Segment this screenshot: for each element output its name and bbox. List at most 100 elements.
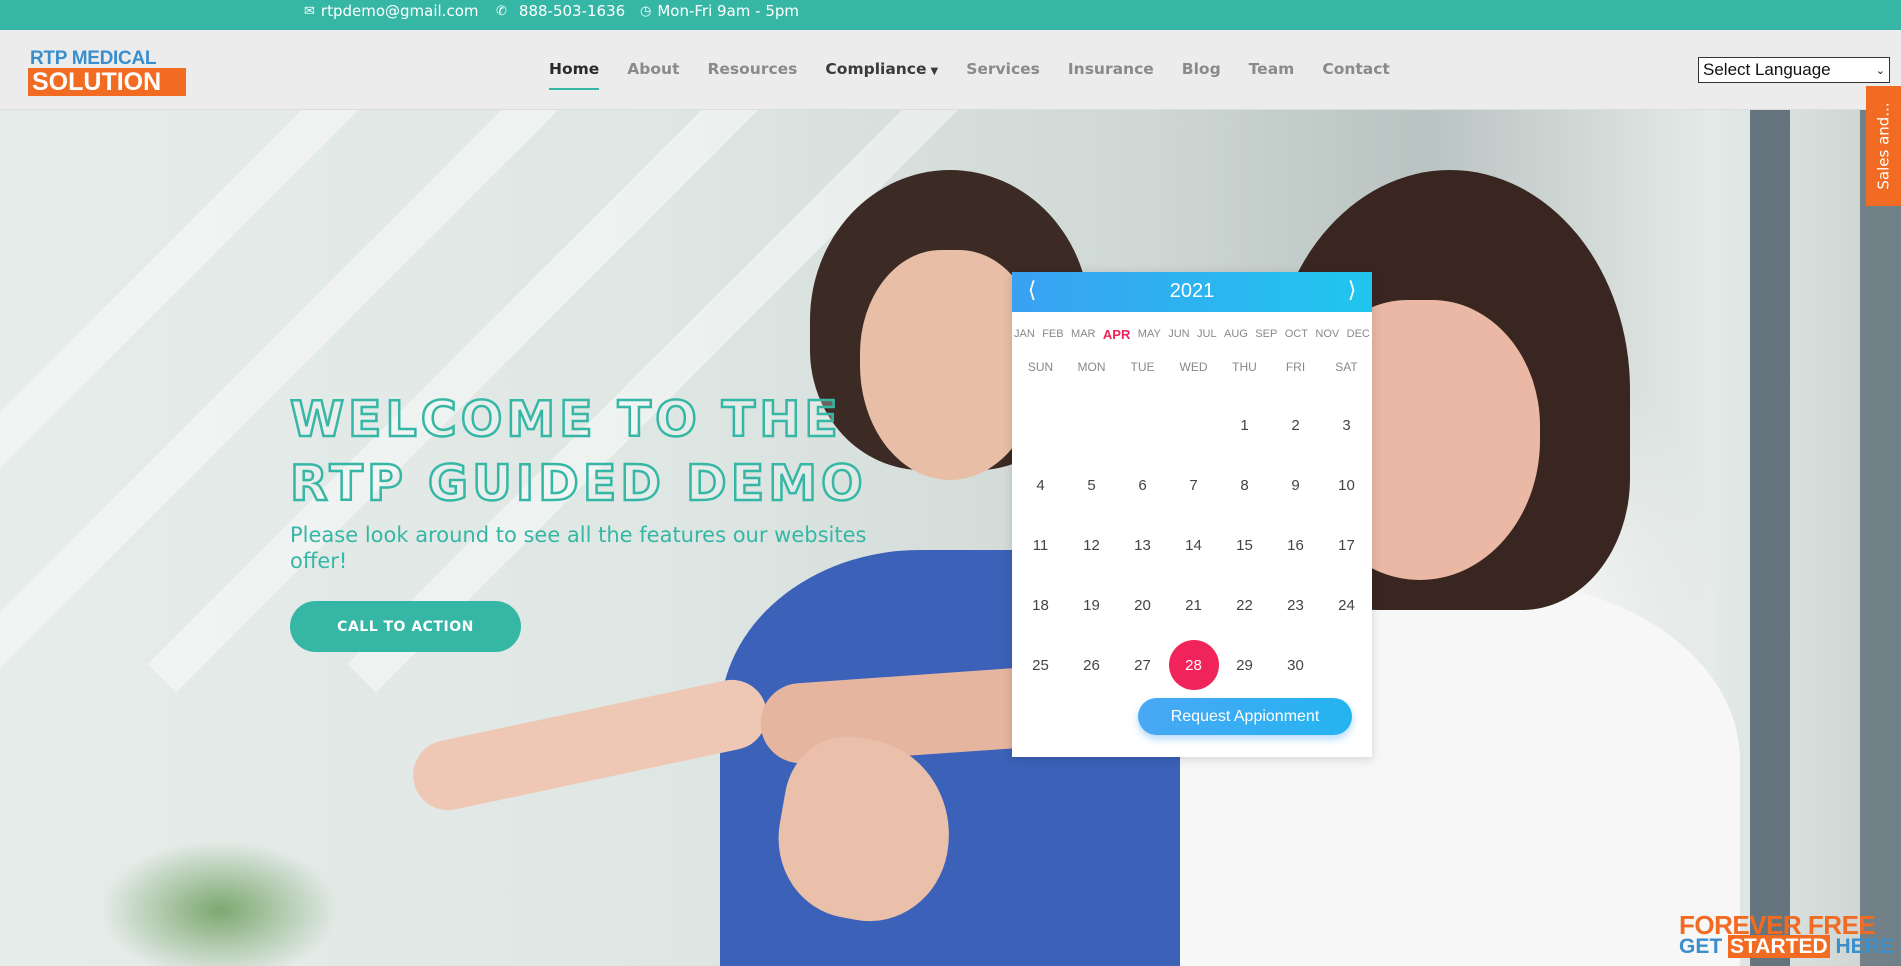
day-cell[interactable]: 3 <box>1321 395 1372 455</box>
day-cell[interactable]: 26 <box>1066 635 1117 695</box>
day-cell[interactable]: 2 <box>1270 395 1321 455</box>
day-number: 23 <box>1287 596 1304 614</box>
month-option[interactable]: SEP <box>1255 328 1277 342</box>
day-cell[interactable]: 22 <box>1219 575 1270 635</box>
month-option[interactable]: JUL <box>1197 328 1217 342</box>
weekday-label: SAT <box>1335 360 1358 374</box>
day-cell[interactable]: 10 <box>1321 455 1372 515</box>
day-number: 29 <box>1236 656 1253 674</box>
language-select-value: Select Language <box>1703 60 1831 79</box>
day-number <box>1118 400 1168 450</box>
forever-free-badge[interactable]: FOREVER FREE GET STARTED HERE <box>1679 912 1894 962</box>
day-cell[interactable]: 15 <box>1219 515 1270 575</box>
main-nav: Home About Resources Compliance ▼ Service… <box>549 60 1390 90</box>
day-cell[interactable]: 1 <box>1219 395 1270 455</box>
day-number: 22 <box>1236 596 1253 614</box>
day-cell[interactable]: 23 <box>1270 575 1321 635</box>
chevron-down-icon: ⌄ <box>1875 64 1885 77</box>
day-cell[interactable]: 9 <box>1270 455 1321 515</box>
day-number: 13 <box>1134 536 1151 554</box>
nav-about[interactable]: About <box>627 60 679 78</box>
phone-contact[interactable]: ✆ 888-503-1636 <box>496 0 625 22</box>
weekday-label: TUE <box>1130 360 1155 374</box>
day-number: 4 <box>1036 476 1045 494</box>
day-empty <box>1117 395 1168 455</box>
day-cell-selected[interactable]: 28 <box>1168 635 1219 695</box>
call-to-action-button[interactable]: CALL TO ACTION <box>290 601 521 652</box>
day-number: 7 <box>1189 476 1198 494</box>
sales-side-tab[interactable]: Sales and... <box>1866 86 1901 206</box>
calendar-header: ⟨ 2021 ⟩ <box>1012 272 1372 312</box>
language-select[interactable]: Select Language ⌄ <box>1698 57 1890 83</box>
nav-contact[interactable]: Contact <box>1322 60 1390 78</box>
day-empty <box>1015 395 1066 455</box>
nav-compliance-label: Compliance <box>825 60 927 78</box>
badge-get: GET <box>1679 935 1729 958</box>
calendar-year: 2021 <box>1169 280 1215 302</box>
day-cell[interactable]: 18 <box>1015 575 1066 635</box>
month-option[interactable]: JAN <box>1014 328 1035 342</box>
day-cell[interactable]: 30 <box>1270 635 1321 695</box>
day-cell[interactable]: 14 <box>1168 515 1219 575</box>
weekday-row: SUN MON TUE WED THU FRI SAT <box>1012 360 1372 374</box>
month-option[interactable]: NOV <box>1315 328 1339 342</box>
day-cell[interactable]: 7 <box>1168 455 1219 515</box>
clock-icon: ◷ <box>640 3 652 19</box>
month-option[interactable]: AUG <box>1224 328 1248 342</box>
nav-home[interactable]: Home <box>549 60 600 90</box>
day-cell[interactable]: 12 <box>1066 515 1117 575</box>
hero-subtitle: Please look around to see all the featur… <box>290 523 867 573</box>
month-row: JAN FEB MAR APR MAY JUN JUL AUG SEP OCT NOV DEC <box>1014 327 1370 342</box>
nav-insurance[interactable]: Insurance <box>1068 60 1154 78</box>
day-cell[interactable]: 4 <box>1015 455 1066 515</box>
month-option[interactable]: OCT <box>1285 328 1308 342</box>
nav-blog[interactable]: Blog <box>1182 60 1221 78</box>
day-cell[interactable]: 21 <box>1168 575 1219 635</box>
badge-line2: GET STARTED HERE <box>1679 935 1894 958</box>
day-cell[interactable]: 6 <box>1117 455 1168 515</box>
day-number: 16 <box>1287 536 1304 554</box>
day-number: 9 <box>1291 476 1300 494</box>
day-cell[interactable]: 25 <box>1015 635 1066 695</box>
month-option[interactable]: FEB <box>1042 328 1063 342</box>
site-logo[interactable]: RTP MEDICAL SOLUTION <box>28 48 190 96</box>
day-cell[interactable]: 5 <box>1066 455 1117 515</box>
email-contact[interactable]: ✉ rtpdemo@gmail.com <box>304 0 478 22</box>
day-cell[interactable]: 29 <box>1219 635 1270 695</box>
background-window <box>1750 110 1790 966</box>
day-cell[interactable]: 8 <box>1219 455 1270 515</box>
day-grid: 1 2 3 4 5 6 7 8 9 10 11 12 13 14 15 16 17 18 19 20 21 22 23 24 2… <box>1012 395 1372 695</box>
background-window <box>1860 110 1901 966</box>
month-option[interactable]: DEC <box>1347 328 1370 342</box>
month-option[interactable]: MAY <box>1138 328 1161 342</box>
day-number <box>1016 400 1066 450</box>
day-number: 1 <box>1240 416 1249 434</box>
month-option[interactable]: MAR <box>1071 328 1095 342</box>
month-option[interactable]: JUN <box>1168 328 1189 342</box>
day-cell[interactable]: 17 <box>1321 515 1372 575</box>
day-cell[interactable]: 11 <box>1015 515 1066 575</box>
nav-services[interactable]: Services <box>966 60 1040 78</box>
day-number: 26 <box>1083 656 1100 674</box>
day-cell[interactable]: 27 <box>1117 635 1168 695</box>
day-cell[interactable]: 24 <box>1321 575 1372 635</box>
next-year-button[interactable]: ⟩ <box>1340 278 1364 303</box>
phone-icon: ✆ <box>496 3 507 19</box>
month-option[interactable]: APR <box>1103 327 1130 342</box>
request-appointment-button[interactable]: Request Appionment <box>1138 698 1352 735</box>
day-number <box>1169 400 1219 450</box>
day-number: 21 <box>1185 596 1202 614</box>
day-cell[interactable]: 13 <box>1117 515 1168 575</box>
day-cell[interactable]: 19 <box>1066 575 1117 635</box>
appointment-calendar: ⟨ 2021 ⟩ JAN FEB MAR APR MAY JUN JUL AUG SEP OCT N… <box>1012 272 1372 757</box>
nav-team[interactable]: Team <box>1249 60 1295 78</box>
day-number: 5 <box>1087 476 1096 494</box>
day-number: 20 <box>1134 596 1151 614</box>
nav-compliance[interactable]: Compliance ▼ <box>825 60 938 78</box>
nav-resources[interactable]: Resources <box>707 60 797 78</box>
hero-headline: WELCOME TO THE RTP GUIDED DEMO <box>289 388 867 516</box>
day-number <box>1322 640 1372 690</box>
day-number: 8 <box>1240 476 1249 494</box>
day-cell[interactable]: 20 <box>1117 575 1168 635</box>
day-cell[interactable]: 16 <box>1270 515 1321 575</box>
